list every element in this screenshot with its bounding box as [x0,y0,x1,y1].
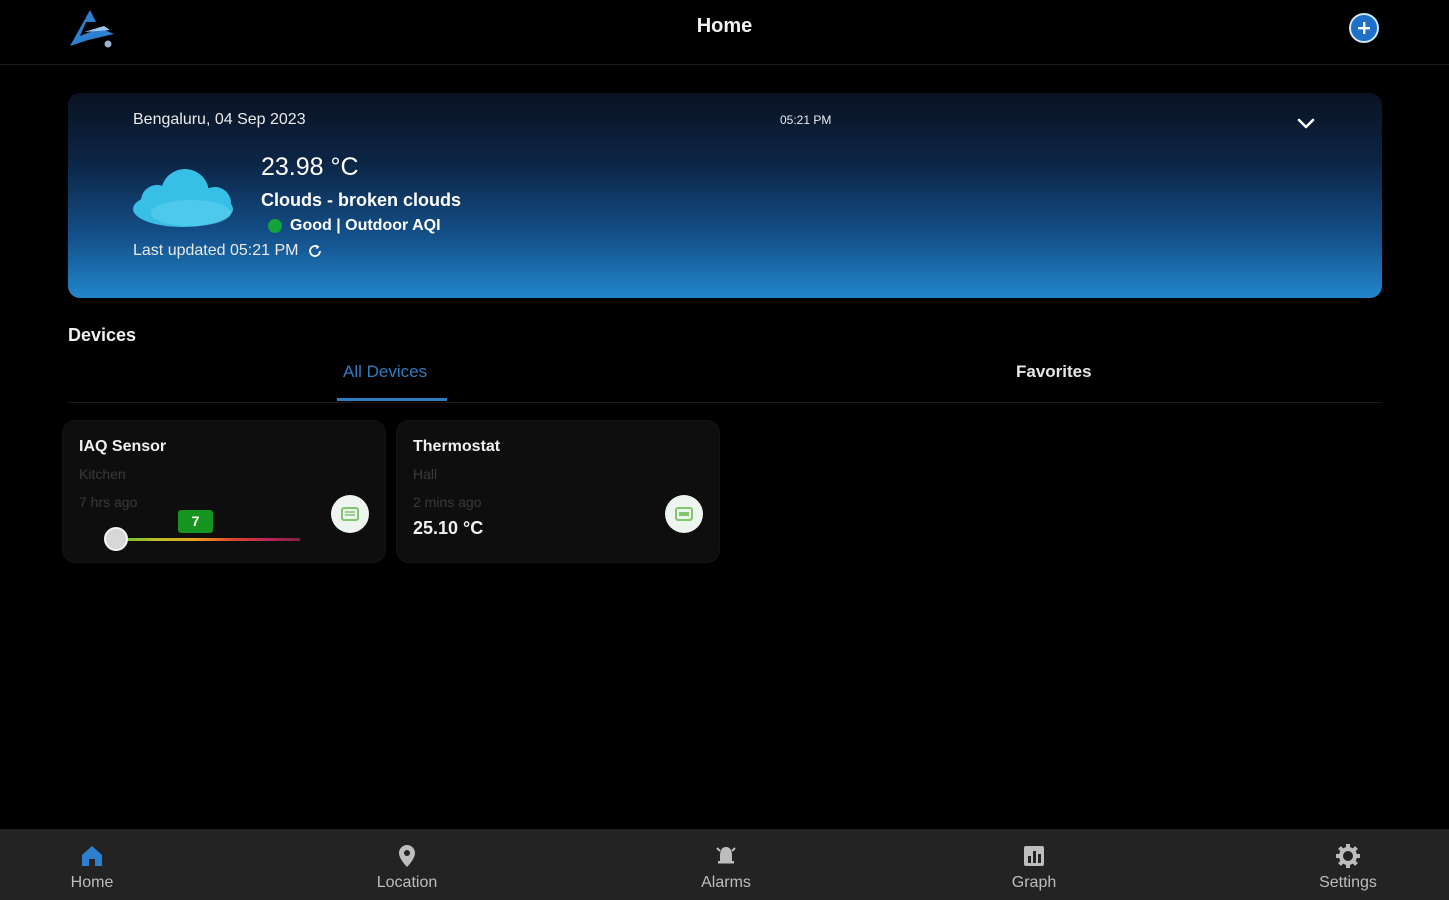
alarm-bell-icon [716,847,736,864]
air-quality-sensor-icon [331,495,369,533]
gear-icon [1336,844,1360,868]
nav-label: Settings [1319,874,1377,891]
last-updated: Last updated 05:21 PM [133,242,323,260]
device-updated: 7 hrs ago [79,494,138,510]
tab-favorites[interactable]: Favorites [1016,362,1092,382]
home-icon [82,846,102,866]
device-name: Thermostat [413,438,501,455]
outdoor-aqi: Good | Outdoor AQI [268,217,441,235]
weather-location-date: Bengaluru, 04 Sep 2023 [133,111,306,128]
app-header: Home [0,0,1449,65]
nav-label: Location [376,874,438,891]
nav-label: Home [70,874,114,891]
device-name: IAQ Sensor [79,438,167,455]
device-location: Hall [413,466,438,482]
device-temperature: 25.10 °C [413,518,484,538]
graph-icon [1024,846,1044,866]
device-tabs: All Devices Favorites [68,356,1382,403]
aqi-scale-bar [108,538,300,541]
nav-settings[interactable]: Settings [1278,829,1418,900]
thermostat-icon [665,495,703,533]
weather-condition: Clouds - broken clouds [261,190,462,210]
aqi-status-dot [268,219,282,233]
page-title: Home [696,15,753,37]
weather-temperature: 23.98 °C [261,153,359,181]
location-pin-icon [399,845,415,867]
weather-card: Bengaluru, 04 Sep 2023 05:21 PM 23.98 °C… [68,93,1382,298]
nav-location[interactable]: Location [337,829,477,900]
device-updated: 2 mins ago [413,494,482,510]
aqi-value-badge: 7 [178,510,213,533]
cloud-weather-icon [133,169,233,227]
nav-graph[interactable]: Graph [964,829,1104,900]
nav-label: Alarms [701,874,751,891]
bottom-navigation: Home Location Alarms Graph Settings [0,829,1449,900]
tab-all-devices[interactable]: All Devices [343,362,427,382]
add-circle-icon [1358,22,1370,34]
nav-alarms[interactable]: Alarms [656,829,796,900]
add-device-button[interactable] [1349,13,1379,43]
chevron-down-icon[interactable] [1293,110,1319,136]
device-card-thermostat[interactable]: Thermostat Hall 2 mins ago 25.10 °C [397,421,719,562]
active-tab-indicator [337,398,447,401]
devices-section-title: Devices [68,325,137,345]
nav-home[interactable]: Home [22,829,162,900]
nav-label: Graph [1011,874,1057,891]
refresh-icon[interactable] [307,243,323,259]
weather-time: 05:21 PM [780,113,832,127]
last-updated-label: Last updated 05:21 PM [133,242,299,259]
device-location: Kitchen [79,466,126,482]
aqi-slider-handle [103,527,128,551]
aqi-label: Good | Outdoor AQI [290,217,441,234]
device-card-iaq-sensor[interactable]: IAQ Sensor Kitchen 7 hrs ago 7 [63,421,385,562]
